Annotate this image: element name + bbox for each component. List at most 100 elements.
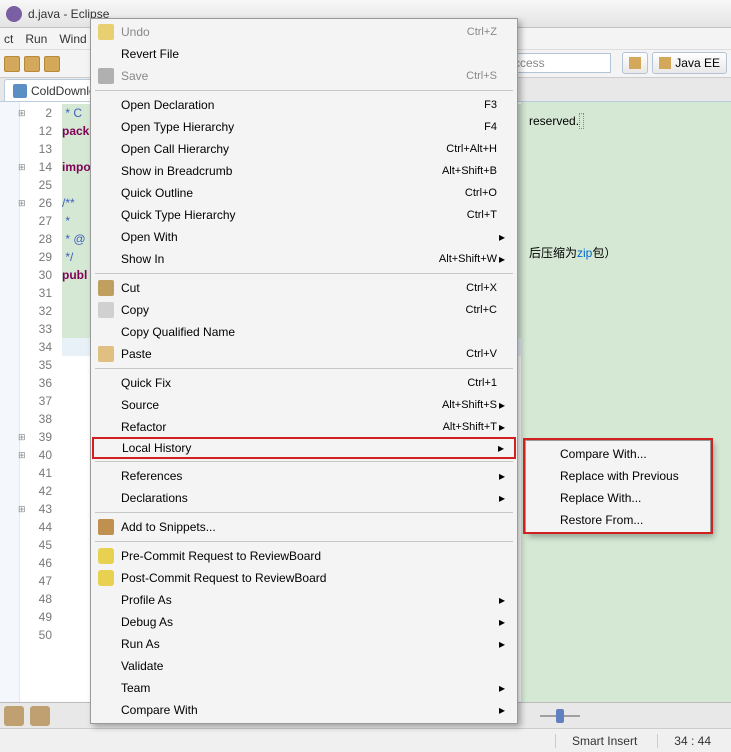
perspective-switcher: Java EE — [622, 52, 727, 74]
menu-item-label: Compare With — [117, 703, 497, 717]
open-perspective-button[interactable] — [622, 52, 648, 74]
toolbar-icon[interactable] — [4, 56, 20, 72]
menu-item-revert-file[interactable]: Revert File — [93, 43, 515, 65]
menu-item-declarations[interactable]: Declarations▸ — [93, 487, 515, 509]
line-number[interactable]: 26 — [20, 194, 52, 212]
menu-window[interactable]: Wind — [59, 32, 86, 46]
menu-item-quick-type-hierarchy[interactable]: Quick Type HierarchyCtrl+T — [93, 204, 515, 226]
line-number[interactable]: 31 — [20, 284, 52, 302]
submenu-item-replace-with[interactable]: Replace With... — [528, 487, 708, 509]
line-number[interactable]: 39 — [20, 428, 52, 446]
menu-item-local-history[interactable]: Local History▸ — [92, 437, 516, 459]
line-number[interactable]: 12 — [20, 122, 52, 140]
menu-item-show-in-breadcrumb[interactable]: Show in BreadcrumbAlt+Shift+B — [93, 160, 515, 182]
menu-item-quick-fix[interactable]: Quick FixCtrl+1 — [93, 372, 515, 394]
submenu-arrow-icon: ▸ — [497, 469, 507, 483]
line-number[interactable]: 41 — [20, 464, 52, 482]
slider-control[interactable] — [540, 709, 580, 723]
menu-item-cut[interactable]: CutCtrl+X — [93, 277, 515, 299]
line-number[interactable]: 25 — [20, 176, 52, 194]
menu-item-source[interactable]: SourceAlt+Shift+S▸ — [93, 394, 515, 416]
submenu-arrow-icon: ▸ — [497, 491, 507, 505]
submenu-item-label: Compare With... — [556, 447, 700, 461]
menu-item-debug-as[interactable]: Debug As▸ — [93, 611, 515, 633]
menu-item-compare-with[interactable]: Compare With▸ — [93, 699, 515, 721]
menu-item-show-in[interactable]: Show InAlt+Shift+W▸ — [93, 248, 515, 270]
line-number[interactable]: 47 — [20, 572, 52, 590]
line-number[interactable]: 34 — [20, 338, 52, 356]
toolbar-icon[interactable] — [44, 56, 60, 72]
line-number[interactable]: 30 — [20, 266, 52, 284]
menu-item-add-to-snippets[interactable]: Add to Snippets... — [93, 516, 515, 538]
menu-project[interactable]: ct — [4, 32, 13, 46]
menu-item-open-with[interactable]: Open With▸ — [93, 226, 515, 248]
menu-item-references[interactable]: References▸ — [93, 465, 515, 487]
line-number[interactable]: 37 — [20, 392, 52, 410]
toolbar-icon[interactable] — [24, 56, 40, 72]
menu-item-pre-commit-request-to-reviewboard[interactable]: Pre-Commit Request to ReviewBoard — [93, 545, 515, 567]
line-number[interactable]: 29 — [20, 248, 52, 266]
view-icon[interactable] — [4, 706, 24, 726]
menu-item-label: Show In — [117, 252, 419, 266]
line-number[interactable]: 36 — [20, 374, 52, 392]
menu-item-team[interactable]: Team▸ — [93, 677, 515, 699]
submenu-item-replace-with-previous[interactable]: Replace with Previous — [528, 465, 708, 487]
menu-item-label: References — [117, 469, 497, 483]
menu-item-label: Profile As — [117, 593, 497, 607]
text-fragment: reserved. — [521, 102, 731, 140]
menu-item-validate[interactable]: Validate — [93, 655, 515, 677]
line-number[interactable]: 33 — [20, 320, 52, 338]
mi-copy-icon — [98, 302, 114, 318]
menu-item-refactor[interactable]: RefactorAlt+Shift+T▸ — [93, 416, 515, 438]
submenu-item-label: Restore From... — [556, 513, 700, 527]
line-number[interactable]: 49 — [20, 608, 52, 626]
line-number[interactable]: 32 — [20, 302, 52, 320]
line-number[interactable]: 28 — [20, 230, 52, 248]
submenu-arrow-icon: ▸ — [497, 681, 507, 695]
file-tab-label: ColdDownlo — [31, 84, 96, 98]
menu-shortcut: Ctrl+Z — [467, 26, 497, 38]
line-number[interactable]: 46 — [20, 554, 52, 572]
line-number[interactable]: 48 — [20, 590, 52, 608]
right-content: reserved. 后压缩为zip包） — [521, 102, 731, 702]
menu-item-label: Add to Snippets... — [117, 520, 497, 534]
menu-item-profile-as[interactable]: Profile As▸ — [93, 589, 515, 611]
menu-item-open-call-hierarchy[interactable]: Open Call HierarchyCtrl+Alt+H — [93, 138, 515, 160]
line-number[interactable]: 40 — [20, 446, 52, 464]
line-number[interactable]: 13 — [20, 140, 52, 158]
menu-item-open-type-hierarchy[interactable]: Open Type HierarchyF4 — [93, 116, 515, 138]
menu-item-label: Open Type Hierarchy — [117, 120, 464, 134]
view-icon[interactable] — [30, 706, 50, 726]
mi-cut-icon — [98, 280, 114, 296]
line-number[interactable]: 44 — [20, 518, 52, 536]
menu-item-post-commit-request-to-reviewboard[interactable]: Post-Commit Request to ReviewBoard — [93, 567, 515, 589]
menu-run[interactable]: Run — [25, 32, 47, 46]
menu-shortcut: Ctrl+X — [466, 282, 497, 294]
submenu-item-compare-with[interactable]: Compare With... — [528, 443, 708, 465]
menu-item-run-as[interactable]: Run As▸ — [93, 633, 515, 655]
menu-item-label: Declarations — [117, 491, 497, 505]
menu-item-label: Post-Commit Request to ReviewBoard — [117, 571, 497, 585]
menu-item-paste[interactable]: PasteCtrl+V — [93, 343, 515, 365]
line-number[interactable]: 38 — [20, 410, 52, 428]
line-number[interactable]: 43 — [20, 500, 52, 518]
menu-item-label: Show in Breadcrumb — [117, 164, 422, 178]
line-number[interactable]: 2 — [20, 104, 52, 122]
line-number[interactable]: 14 — [20, 158, 52, 176]
submenu-item-restore-from[interactable]: Restore From... — [528, 509, 708, 531]
menu-item-copy-qualified-name[interactable]: Copy Qualified Name — [93, 321, 515, 343]
line-number[interactable]: 45 — [20, 536, 52, 554]
menu-item-label: Open With — [117, 230, 497, 244]
menu-item-open-declaration[interactable]: Open DeclarationF3 — [93, 94, 515, 116]
line-number[interactable]: 50 — [20, 626, 52, 644]
java-ee-perspective-button[interactable]: Java EE — [652, 52, 727, 74]
eclipse-icon — [6, 6, 22, 22]
menu-separator — [95, 541, 513, 542]
line-number[interactable]: 42 — [20, 482, 52, 500]
line-number[interactable]: 35 — [20, 356, 52, 374]
menu-item-copy[interactable]: CopyCtrl+C — [93, 299, 515, 321]
line-number-ruler[interactable]: 2121314252627282930313233343536373839404… — [20, 102, 58, 728]
submenu-arrow-icon: ▸ — [496, 441, 506, 455]
line-number[interactable]: 27 — [20, 212, 52, 230]
menu-item-quick-outline[interactable]: Quick OutlineCtrl+O — [93, 182, 515, 204]
